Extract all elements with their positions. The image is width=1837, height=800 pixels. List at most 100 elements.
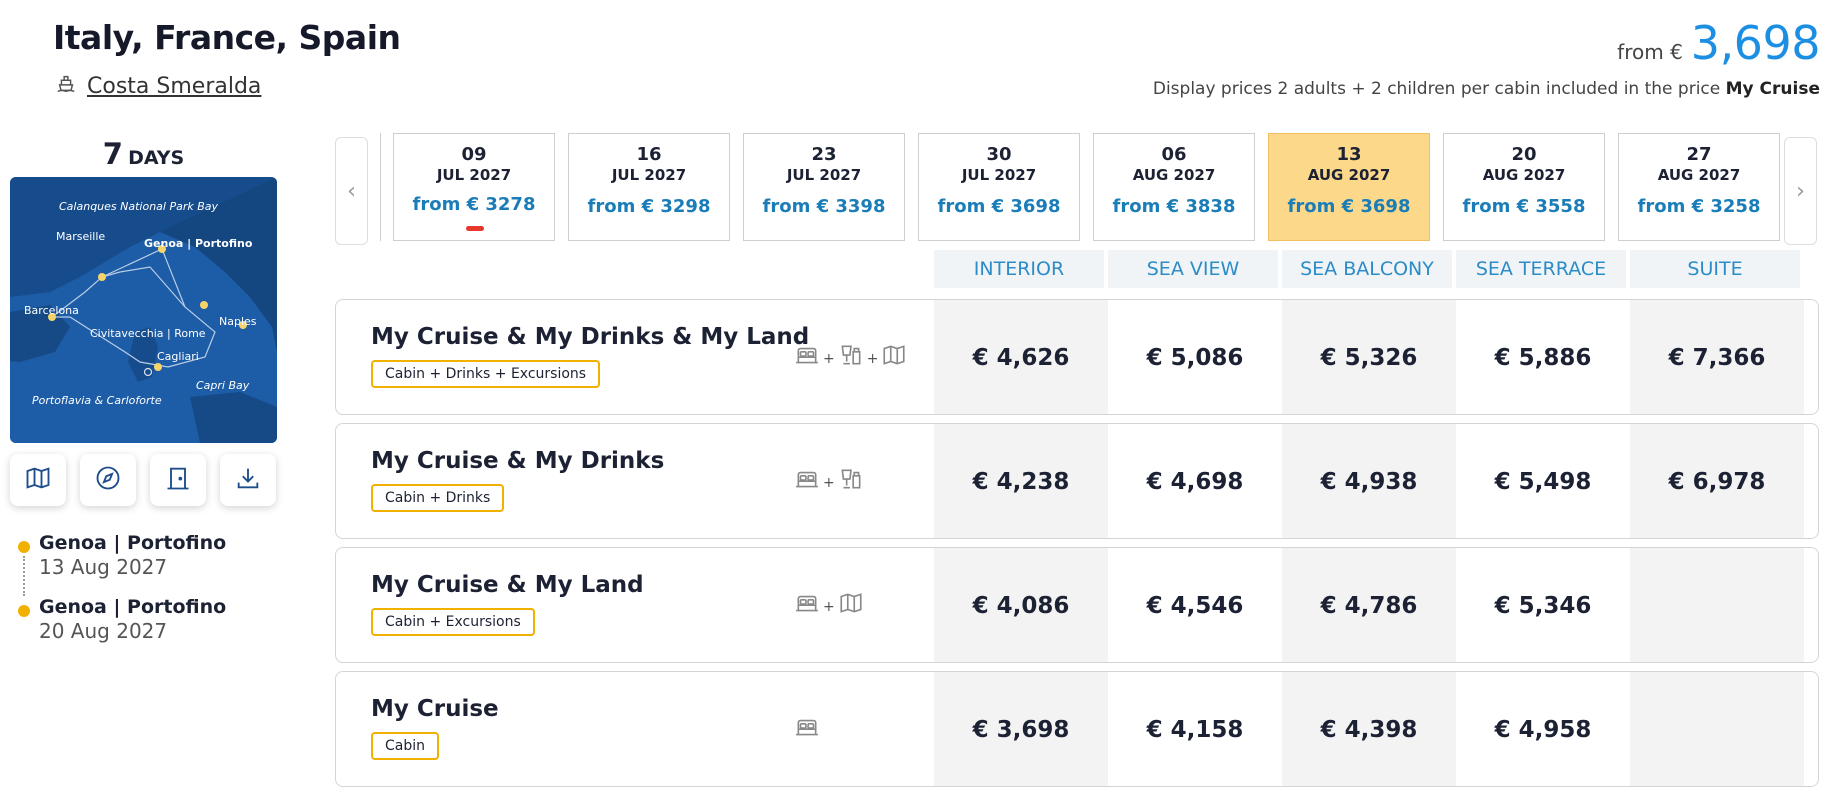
price-cell-sea-view[interactable]: € 5,086 [1108,300,1282,414]
date-card[interactable]: 09 JUL 2027 from € 3278 [393,133,555,241]
plus-sign: + [823,599,835,615]
map-label-capri: Capri Bay [196,379,250,392]
plus-sign: + [823,475,835,491]
door-icon [164,464,192,496]
days-label: DAYS [128,147,185,169]
date-day: 16 [636,144,662,165]
date-day: 13 [1336,144,1362,165]
date-card[interactable]: 16 JUL 2027 from € 3298 [568,133,730,241]
date-card[interactable]: 06 AUG 2027 from € 3838 [1093,133,1255,241]
date-price: from € 3298 [587,196,711,217]
date-day: 30 [986,144,1012,165]
route-dot [18,605,30,617]
map-label-cagliari: Cagliari [157,350,199,363]
drinks-icon [838,466,864,496]
ship-name[interactable]: Costa Smeralda [87,74,261,99]
route-dot [18,541,30,553]
days-number: 7 [102,137,123,171]
price-cell-interior[interactable]: € 4,626 [934,300,1108,414]
date-card-partial [373,133,381,241]
date-month: AUG 2027 [1657,166,1741,184]
price-cell-sea-terrace[interactable]: € 5,346 [1456,548,1630,662]
map-view-button[interactable] [10,454,66,506]
date-day: 06 [1161,144,1187,165]
package-name: My Cruise & My Drinks [371,448,665,474]
price-note-package: My Cruise [1725,79,1820,99]
price-cell-suite [1630,548,1804,662]
duration: 7 DAYS [10,137,277,171]
package-icons: + + [794,342,907,372]
column-header-sea-balcony: SEA BALCONY [1282,250,1452,288]
download-button[interactable] [220,454,276,506]
itinerary-map[interactable]: Calanques National Park Bay Marseille Ge… [10,177,277,443]
plus-sign: + [823,351,835,367]
price-cell-sea-view[interactable]: € 4,698 [1108,424,1282,538]
package-name: My Cruise [371,696,499,722]
package-row: My Cruise Cabin € 3,698 € 4,158 € 4,398 … [335,671,1819,787]
price-cell-sea-balcony[interactable]: € 4,786 [1282,548,1456,662]
date-price: from € 3558 [1462,196,1586,217]
column-header-suite: SUITE [1630,250,1800,288]
price-cell-sea-balcony[interactable]: € 5,326 [1282,300,1456,414]
cabin-button[interactable] [150,454,206,506]
chevron-right-icon: › [1796,178,1805,204]
price-note-text: Display prices 2 adults + 2 children per… [1152,79,1721,99]
route-stop: Genoa | Portofino 13 Aug 2027 [18,532,268,596]
package-name: My Cruise & My Land [371,572,644,598]
date-day: 23 [811,144,837,165]
date-price: from € 3278 [412,194,536,215]
compass-button[interactable] [80,454,136,506]
map-label-civitavecchia: Civitavecchia | Rome [90,327,206,340]
map-icon [881,342,907,372]
ship-link[interactable]: Costa Smeralda [55,72,261,100]
price-cell-sea-balcony[interactable]: € 4,938 [1282,424,1456,538]
carousel-next-button[interactable]: › [1784,137,1817,245]
date-card[interactable]: 20 AUG 2027 from € 3558 [1443,133,1605,241]
price-note: Display prices 2 adults + 2 children per… [1153,79,1820,99]
price-cell-sea-terrace[interactable]: € 5,886 [1456,300,1630,414]
price-cell-suite[interactable]: € 6,978 [1630,424,1804,538]
price-cell-sea-terrace[interactable]: € 4,958 [1456,672,1630,786]
bed-icon [794,466,820,496]
map-label-barcelona: Barcelona [24,304,79,317]
download-icon [234,464,262,496]
price-cell-interior[interactable]: € 4,238 [934,424,1108,538]
package-icons: + [794,466,864,496]
price-cell-sea-terrace[interactable]: € 5,498 [1456,424,1630,538]
carousel-prev-button[interactable]: ‹ [335,137,368,245]
date-day: 27 [1686,144,1712,165]
compass-icon [94,464,122,496]
route-port: Genoa | Portofino [39,532,227,554]
bed-icon [794,342,820,372]
map-label-calanques: Calanques National Park Bay [59,200,219,213]
column-header-interior: INTERIOR [934,250,1104,288]
price-from: from € 3,698 [1617,16,1820,70]
ship-icon [55,72,77,100]
route-date: 13 Aug 2027 [39,555,168,579]
date-month: JUL 2027 [786,166,862,184]
date-card[interactable]: 23 JUL 2027 from € 3398 [743,133,905,241]
price-cell-interior[interactable]: € 3,698 [934,672,1108,786]
lowest-price-indicator [466,226,484,231]
map-label-naples: Naples [219,315,257,328]
date-month: AUG 2027 [1482,166,1566,184]
price-cell-sea-balcony[interactable]: € 4,398 [1282,672,1456,786]
date-card-selected[interactable]: 13 AUG 2027 from € 3698 [1268,133,1430,241]
date-card[interactable]: 27 AUG 2027 from € 3258 [1618,133,1780,241]
map-label-genoa: Genoa | Portofino [144,237,253,250]
bed-icon [794,590,820,620]
price-cell-sea-view[interactable]: € 4,158 [1108,672,1282,786]
package-row: My Cruise & My Land Cabin + Excursions +… [335,547,1819,663]
price-cell-interior[interactable]: € 4,086 [934,548,1108,662]
date-card[interactable]: 30 JUL 2027 from € 3698 [918,133,1080,241]
price-cell-suite[interactable]: € 7,366 [1630,300,1804,414]
date-month: JUL 2027 [436,166,512,184]
bed-icon [794,714,820,744]
date-price: from € 3398 [762,196,886,217]
drinks-icon [838,342,864,372]
chevron-left-icon: ‹ [347,178,356,204]
price-cell-sea-view[interactable]: € 4,546 [1108,548,1282,662]
route-port: Genoa | Portofino [39,596,227,618]
map-icon [24,464,52,496]
package-row: My Cruise & My Drinks & My Land Cabin + … [335,299,1819,415]
